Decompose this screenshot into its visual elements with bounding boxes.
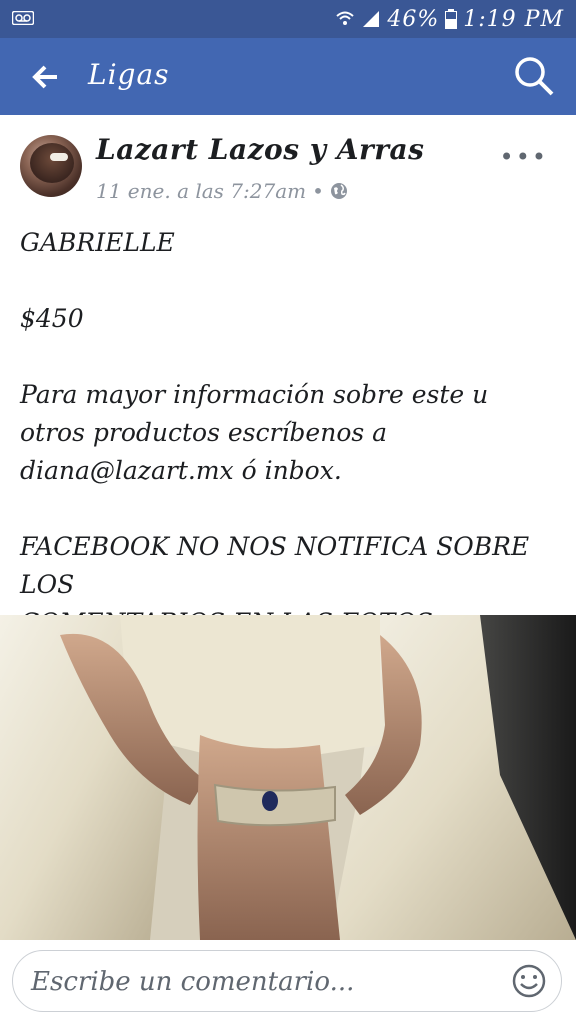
post-line-notice-1: FACEBOOK NO NOS NOTIFICA SOBRE LOS bbox=[20, 532, 530, 599]
wifi-icon bbox=[336, 11, 355, 25]
meta-separator: • bbox=[312, 179, 324, 203]
more-options-button[interactable]: ••• bbox=[500, 143, 548, 171]
clock: 1:19 PM bbox=[463, 6, 564, 32]
post-line-title: GABRIELLE bbox=[20, 228, 175, 257]
comment-placeholder: Escribe un comentario... bbox=[31, 967, 355, 997]
page-title: Ligas bbox=[88, 58, 170, 91]
search-icon bbox=[515, 57, 554, 96]
comment-input[interactable]: Escribe un comentario... bbox=[12, 950, 562, 1012]
post-line-info-2: otros productos escríbenos a bbox=[20, 418, 388, 447]
post-line-info-1: Para mayor información sobre este u bbox=[20, 380, 489, 409]
avatar[interactable] bbox=[20, 135, 82, 197]
post-photo[interactable] bbox=[0, 615, 576, 940]
battery-percent: 46% bbox=[387, 6, 440, 32]
photo-illustration bbox=[0, 615, 576, 940]
post-text: GABRIELLE $450 Para mayor información so… bbox=[20, 224, 560, 642]
comment-bar: Escribe un comentario... bbox=[0, 940, 576, 1024]
app-bar: Ligas bbox=[0, 38, 576, 115]
globe-icon bbox=[330, 183, 347, 199]
back-arrow-icon bbox=[32, 65, 57, 89]
emoji-button[interactable] bbox=[511, 963, 547, 999]
avatar-hair bbox=[30, 143, 74, 183]
post-line-price: $450 bbox=[20, 304, 84, 333]
status-bar: 46% 1:19 PM bbox=[0, 0, 576, 38]
search-button[interactable] bbox=[512, 54, 556, 98]
post-line-info-3: diana@lazart.mx ó inbox. bbox=[20, 456, 342, 485]
status-icons: 46% 1:19 PM bbox=[335, 5, 564, 33]
post-author[interactable]: Lazart Lazos y Arras bbox=[96, 133, 424, 166]
post-meta: 11 ene. a las 7:27am • bbox=[96, 179, 348, 203]
post-timestamp[interactable]: 11 ene. a las 7:27am bbox=[96, 179, 306, 203]
smiley-icon bbox=[512, 964, 546, 998]
signal-icon bbox=[363, 11, 380, 27]
avatar-hairclip bbox=[50, 153, 68, 161]
post-header: Lazart Lazos y Arras 11 ene. a las 7:27a… bbox=[0, 115, 576, 215]
back-button[interactable] bbox=[24, 56, 66, 98]
battery-icon bbox=[445, 9, 458, 29]
voicemail-icon bbox=[11, 10, 35, 26]
